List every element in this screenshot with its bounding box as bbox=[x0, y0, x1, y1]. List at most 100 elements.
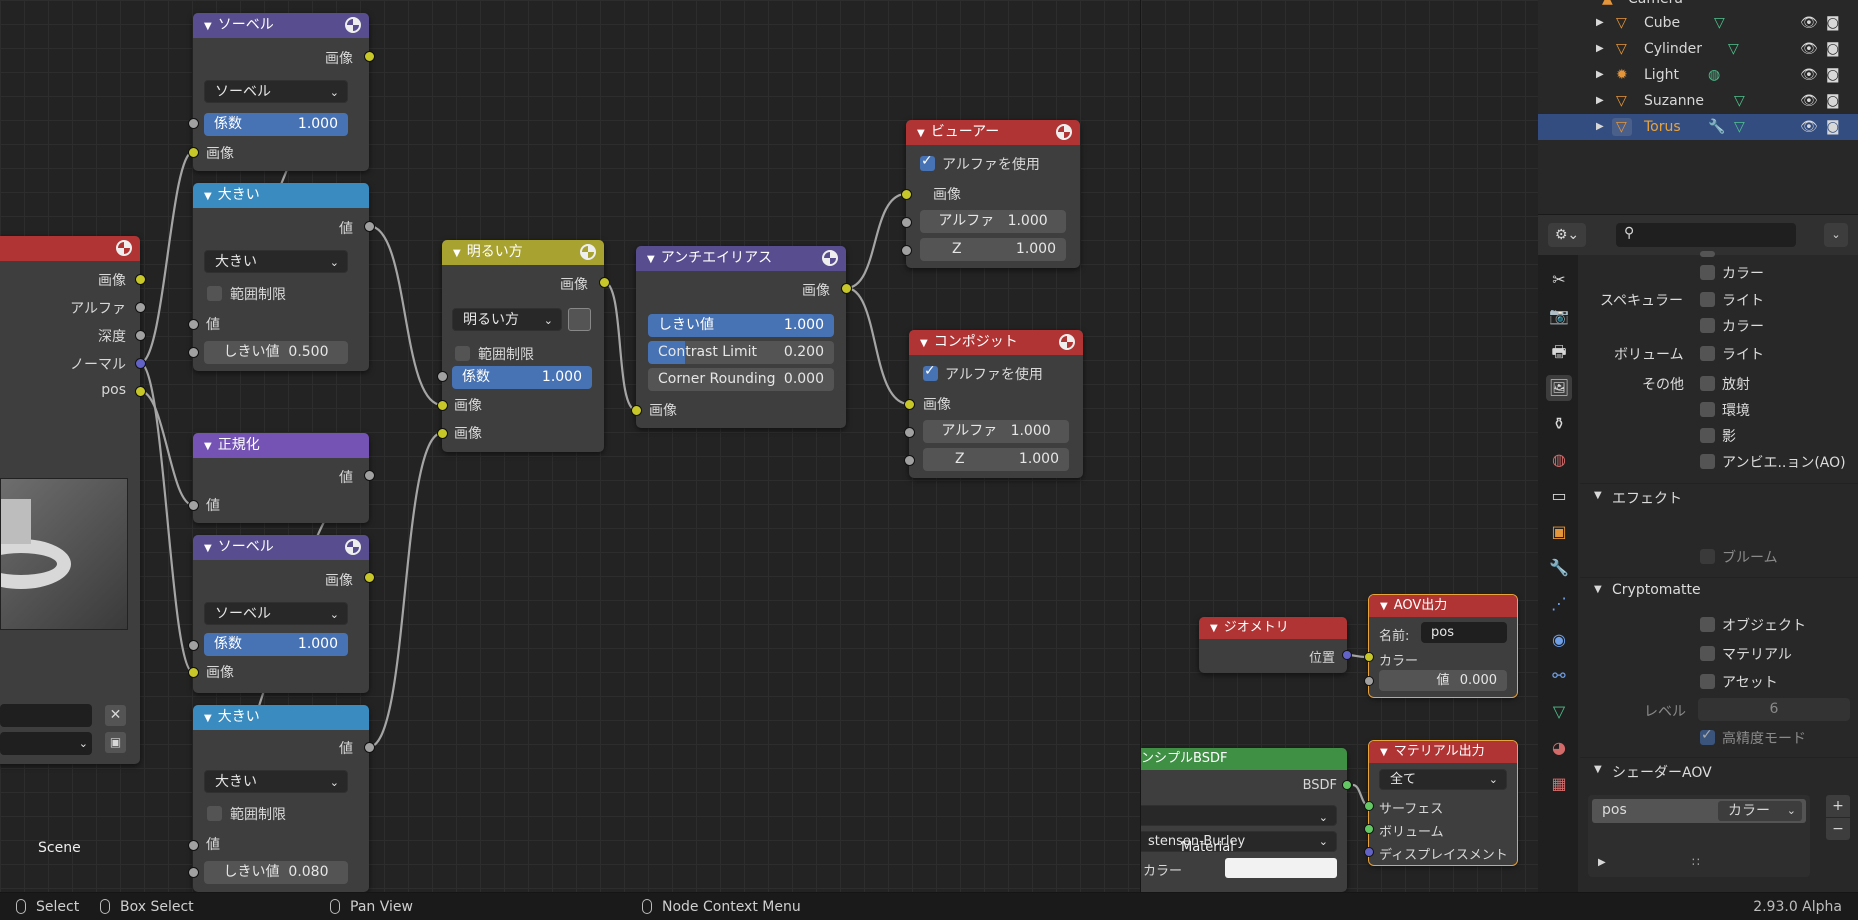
render-layers-header[interactable] bbox=[0, 236, 140, 261]
scene-tab-icon[interactable]: ⚱ bbox=[1546, 411, 1572, 437]
lighten-in1-socket[interactable] bbox=[437, 400, 448, 411]
shader-editor[interactable]: ▼ ジオメトリ 位置 ▼ AOV出力 名前: pos カラー 値 0.000 ンシプル… bbox=[1140, 0, 1538, 892]
lighten-mix-node[interactable]: ▼ 明るい方 画像 明るい方 ⌄ 範囲制限 係数 1.000 画像 画像 bbox=[442, 240, 604, 452]
alpha-field[interactable]: アルファ 1.000 bbox=[920, 210, 1066, 233]
sobel2-in-socket[interactable] bbox=[188, 667, 199, 678]
specular-color-checkbox[interactable] bbox=[1700, 318, 1715, 333]
color-checkbox-1[interactable] bbox=[1700, 265, 1715, 280]
filter-dropdown[interactable]: ソーベル ⌄ bbox=[204, 602, 348, 625]
level-field[interactable]: 6 bbox=[1698, 698, 1850, 721]
crypto-material-checkbox[interactable] bbox=[1700, 646, 1715, 661]
greater2-out-socket[interactable] bbox=[364, 742, 375, 753]
value-field[interactable]: 値 0.000 bbox=[1379, 670, 1507, 691]
outliner-row-light[interactable]: ▶ ✹ Light ◍ 👁 ◙ bbox=[1538, 62, 1858, 88]
bsdf-output-socket[interactable] bbox=[1342, 780, 1352, 790]
volume-light-checkbox[interactable] bbox=[1700, 346, 1715, 361]
antialias-header[interactable]: ▼ アンチエイリアス bbox=[636, 246, 846, 271]
collection-tab-icon[interactable]: ▭ bbox=[1546, 483, 1572, 509]
render-tab-icon[interactable]: 📷 bbox=[1546, 303, 1572, 329]
greater1-in-socket[interactable] bbox=[188, 319, 199, 330]
sobel-header[interactable]: ▼ ソーベル bbox=[193, 535, 369, 560]
lighten-fac-socket[interactable] bbox=[437, 371, 448, 382]
sobel2-fac-socket[interactable] bbox=[188, 640, 199, 651]
clamp-checkbox[interactable] bbox=[455, 346, 470, 361]
aov-header[interactable]: ▼ AOV出力 bbox=[1369, 595, 1517, 617]
output-tab-icon[interactable]: 🖶 bbox=[1546, 339, 1572, 365]
eye-icon[interactable]: 👁 bbox=[1800, 36, 1818, 62]
sobel-header[interactable]: ▼ ソーベル bbox=[193, 13, 369, 38]
lighten-in2-socket[interactable] bbox=[437, 428, 448, 439]
factor-field[interactable]: 係数 1.000 bbox=[452, 366, 592, 389]
specular-light-checkbox[interactable] bbox=[1700, 292, 1715, 307]
displacement-socket[interactable] bbox=[1364, 847, 1374, 857]
corner-rounding-field[interactable]: Corner Rounding 0.000 bbox=[648, 368, 834, 391]
outliner[interactable]: ▲ Camera ▶ ▽ Cube ▽ 👁 ◙ ▶ ▽ Cylinder ▽ 👁… bbox=[1538, 0, 1858, 214]
composite-in-socket[interactable] bbox=[904, 399, 915, 410]
greater-than-node-1[interactable]: ▼ 大きい 値 大きい ⌄ 範囲制限 値 しきい値 0.500 bbox=[193, 183, 369, 371]
editor-type-button[interactable]: ⚙⌄ bbox=[1548, 223, 1586, 247]
material-tab-icon[interactable]: ◕ bbox=[1546, 735, 1572, 761]
viewer-in-socket[interactable] bbox=[901, 189, 912, 200]
layer-dropdown[interactable]: ⌄ bbox=[0, 732, 92, 755]
aa-in-socket[interactable] bbox=[631, 405, 642, 416]
modifier-tab-icon[interactable]: 🔧 bbox=[1546, 555, 1572, 581]
alpha-field[interactable]: アルファ 1.000 bbox=[923, 420, 1069, 443]
surface-socket[interactable] bbox=[1364, 801, 1374, 811]
lighten-out-socket[interactable] bbox=[599, 277, 610, 288]
greater2-thr-socket[interactable] bbox=[188, 867, 199, 878]
subsurface-method-dropdown[interactable]: stensen-Burley ⌄ bbox=[1141, 831, 1337, 852]
camera-render-icon[interactable]: ◙ bbox=[1826, 114, 1840, 140]
threshold-field[interactable]: しきい値 0.080 bbox=[204, 861, 348, 884]
composite-header[interactable]: ▼ コンポジット bbox=[909, 330, 1083, 355]
sobel2-out-socket[interactable] bbox=[364, 572, 375, 583]
greater1-out-socket[interactable] bbox=[364, 221, 375, 232]
sobel-node-1[interactable]: ▼ ソーベル 画像 ソーベル ⌄ 係数 1.000 画像 bbox=[193, 13, 369, 171]
eye-icon[interactable]: 👁 bbox=[1800, 88, 1818, 114]
mix-header[interactable]: ▼ 明るい方 bbox=[442, 240, 604, 265]
viewer-z-socket[interactable] bbox=[901, 245, 912, 256]
render-layers-node[interactable]: 画像 アルファ 深度 ノーマル pos ✕ ⌄ ▣ bbox=[0, 236, 140, 764]
properties-editor[interactable]: ⚙⌄ ⚲ ⌄ ✂ 📷 🖶 🖼 ⚱ ◍ ▭ ▣ 🔧 ⋰ ◉ ⚯ ▽ ◕ ▦ カラー… bbox=[1538, 214, 1858, 893]
socket-pos[interactable] bbox=[135, 386, 146, 397]
texture-tab-icon[interactable]: ▦ bbox=[1546, 771, 1572, 797]
effects-panel-header[interactable]: ▼ エフェクト bbox=[1580, 483, 1858, 511]
composite-node[interactable]: ▼コンポジット アルファを使用 画像 アルファ 1.000 Z1.000 bbox=[909, 330, 1083, 478]
sobel1-fac-socket[interactable] bbox=[188, 118, 199, 129]
view-layer-tab-icon[interactable]: 🖼 bbox=[1546, 375, 1572, 401]
sobel1-out-socket[interactable] bbox=[364, 51, 375, 62]
aov-name-field[interactable]: pos bbox=[1421, 622, 1507, 643]
aov-value-socket[interactable] bbox=[1364, 676, 1374, 686]
eye-icon[interactable]: 👁 bbox=[1800, 10, 1818, 36]
bloom-checkbox[interactable] bbox=[1700, 549, 1715, 564]
viewer-alpha-socket[interactable] bbox=[901, 217, 912, 228]
shader-aov-panel-header[interactable]: ▼ シェーダーAOV bbox=[1580, 757, 1858, 785]
use-alpha-checkbox[interactable] bbox=[923, 363, 938, 381]
socket-image[interactable] bbox=[135, 274, 146, 285]
tool-tab-icon[interactable]: ✂ bbox=[1546, 267, 1572, 293]
constraints-tab-icon[interactable]: ⚯ bbox=[1546, 663, 1572, 689]
viewer-header[interactable]: ▼ ビューアー bbox=[906, 120, 1080, 145]
filter-dropdown[interactable]: ソーベル ⌄ bbox=[204, 80, 348, 103]
camera-render-icon[interactable]: ◙ bbox=[1826, 10, 1840, 36]
shadow-checkbox[interactable] bbox=[1700, 428, 1715, 443]
socket-depth[interactable] bbox=[135, 330, 146, 341]
contrast-limit-field[interactable]: Contrast Limit 0.200 bbox=[648, 341, 834, 364]
camera-render-icon[interactable]: ◙ bbox=[1826, 36, 1840, 62]
geometry-header[interactable]: ▼ ジオメトリ bbox=[1199, 617, 1347, 639]
add-aov-button[interactable]: + bbox=[1826, 795, 1850, 817]
principled-bsdf-node[interactable]: ンシプルBSDF BSDF ⌄ stensen-Burley ⌄ カラー bbox=[1141, 748, 1347, 892]
aov-color-socket[interactable] bbox=[1364, 652, 1374, 662]
environment-checkbox[interactable] bbox=[1700, 402, 1715, 417]
position-socket[interactable] bbox=[1342, 650, 1352, 660]
search-input[interactable]: ⚲ bbox=[1616, 223, 1796, 247]
material-output-header[interactable]: ▼ マテリアル出力 bbox=[1369, 741, 1517, 763]
antialiasing-node[interactable]: ▼ アンチエイリアス 画像 しきい値 1.000 Contrast Limit 0.2… bbox=[636, 246, 846, 428]
operation-dropdown[interactable]: 大きい ⌄ bbox=[204, 770, 348, 793]
clamp-checkbox[interactable] bbox=[207, 806, 222, 821]
eye-icon[interactable]: 👁 bbox=[1800, 114, 1818, 140]
world-tab-icon[interactable]: ◍ bbox=[1546, 447, 1572, 473]
blend-mode-dropdown[interactable]: 明るい方 ⌄ bbox=[452, 308, 562, 331]
greater-than-node-2[interactable]: ▼ 大きい 値 大きい ⌄ 範囲制限 値 しきい値 0.080 bbox=[193, 705, 369, 892]
geometry-node[interactable]: ▼ ジオメトリ 位置 bbox=[1199, 617, 1347, 673]
crypto-object-checkbox[interactable] bbox=[1700, 617, 1715, 632]
